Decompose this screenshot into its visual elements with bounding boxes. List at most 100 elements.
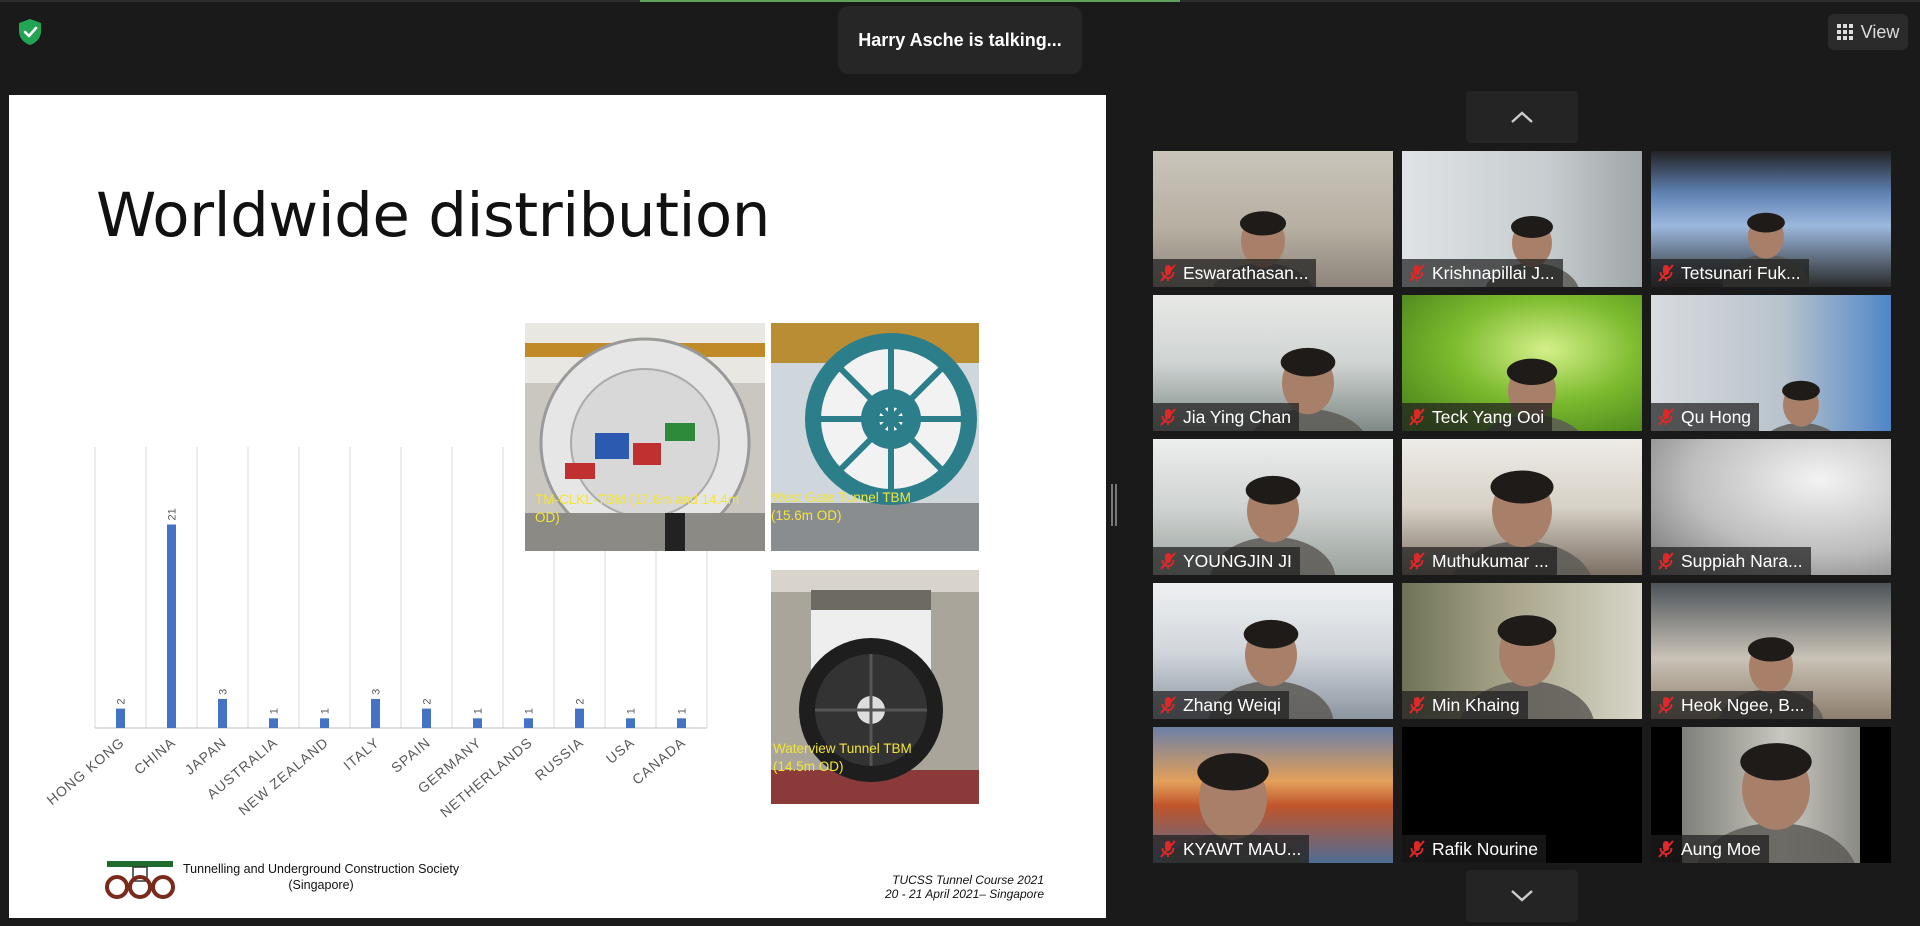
- participant-name: Rafik Nourine: [1432, 838, 1539, 859]
- footer-course: TUCSS Tunnel Course 2021 20 - 21 April 2…: [844, 873, 1044, 902]
- participant-nameplate: Aung Moe: [1651, 835, 1769, 863]
- mic-muted-icon: [1160, 696, 1176, 714]
- participant-tile[interactable]: Teck Yang Ooi: [1402, 295, 1642, 431]
- mic-muted-icon: [1160, 552, 1176, 570]
- participant-tile[interactable]: Suppiah Nara...: [1651, 439, 1891, 575]
- chart-bar: [473, 718, 482, 728]
- active-speaker-text: Harry Asche is talking...: [858, 29, 1062, 50]
- photo-west-gate-tbm: West Gate Tunnel TBM (15.6m OD): [771, 323, 979, 551]
- caption-line: TM-CLKL-TBM (17.6m and 14.4m: [535, 492, 740, 507]
- participant-name: Teck Yang Ooi: [1432, 406, 1545, 427]
- participant-tile[interactable]: Rafik Nourine: [1402, 727, 1642, 863]
- participant-nameplate: Zhang Weiqi: [1153, 691, 1289, 719]
- chart-data-label: 2: [422, 698, 434, 704]
- chart-data-label: 2: [116, 698, 128, 704]
- participant-nameplate: Jia Ying Chan: [1153, 403, 1299, 431]
- mic-muted-icon: [1160, 264, 1176, 282]
- participant-name: KYAWT MAU...: [1183, 838, 1302, 859]
- chart-bar: [626, 718, 635, 728]
- chart-data-label: 1: [524, 708, 536, 714]
- mic-muted-icon: [1160, 840, 1176, 858]
- active-speaker-indicator: Harry Asche is talking...: [838, 6, 1082, 74]
- caption-line: (14.5m OD): [773, 758, 844, 774]
- chart-bar: [167, 524, 176, 728]
- chart-data-label: 1: [269, 708, 281, 714]
- chart-bar: [422, 708, 431, 728]
- participant-name: YOUNGJIN JI: [1183, 550, 1292, 571]
- participant-nameplate: Krishnapillai J...: [1402, 259, 1563, 287]
- mic-muted-icon: [1409, 264, 1425, 282]
- view-button[interactable]: View: [1828, 14, 1908, 50]
- tucss-logo: [103, 859, 177, 899]
- participant-nameplate: Teck Yang Ooi: [1402, 403, 1553, 431]
- caption-line: West Gate Tunnel TBM: [771, 490, 911, 505]
- chart-tick-label: ITALY: [340, 734, 382, 773]
- participant-tile[interactable]: Aung Moe: [1651, 727, 1891, 863]
- participant-name: Jia Ying Chan: [1183, 406, 1291, 427]
- participant-tile[interactable]: Heok Ngee, B...: [1651, 583, 1891, 719]
- participant-tile[interactable]: Krishnapillai J...: [1402, 151, 1642, 287]
- participant-tile[interactable]: Min Khaing: [1402, 583, 1642, 719]
- mic-muted-icon: [1658, 840, 1674, 858]
- chart-tick-label: NETHERLANDS: [437, 734, 536, 820]
- chart-bar: [269, 718, 278, 728]
- chart-bar: [524, 718, 533, 728]
- participant-name: Muthukumar ...: [1432, 550, 1549, 571]
- chart-data-label: 1: [677, 708, 689, 714]
- participant-name: Tetsunari Fuk...: [1681, 262, 1801, 283]
- participant-nameplate: Heok Ngee, B...: [1651, 691, 1813, 719]
- participant-tile[interactable]: YOUNGJIN JI: [1153, 439, 1393, 575]
- panel-resize-handle[interactable]: [1111, 484, 1117, 526]
- participant-name: Suppiah Nara...: [1681, 550, 1803, 571]
- chart-data-label: 2: [575, 698, 587, 704]
- participant-tile[interactable]: Qu Hong: [1651, 295, 1891, 431]
- top-status-line: [0, 0, 1920, 2]
- participant-nameplate: Rafik Nourine: [1402, 835, 1547, 863]
- participant-nameplate: Qu Hong: [1651, 403, 1760, 431]
- scroll-down-button[interactable]: [1466, 870, 1578, 922]
- mic-muted-icon: [1658, 552, 1674, 570]
- participant-nameplate: KYAWT MAU...: [1153, 835, 1310, 863]
- scroll-up-button[interactable]: [1466, 91, 1578, 143]
- participant-nameplate: Muthukumar ...: [1402, 547, 1557, 575]
- chart-tick-label: NEW ZEALAND: [235, 734, 331, 818]
- participant-name: Krishnapillai J...: [1432, 262, 1555, 283]
- org-line: Tunnelling and Underground Construction …: [183, 862, 460, 876]
- photo-caption: Waterview Tunnel TBM (14.5m OD): [773, 740, 912, 775]
- participant-tile[interactable]: KYAWT MAU...: [1153, 727, 1393, 863]
- chart-tick-label: HONG KONG: [44, 734, 128, 808]
- mic-muted-icon: [1409, 552, 1425, 570]
- participant-name: Heok Ngee, B...: [1681, 694, 1805, 715]
- chart-tick-label: USA: [603, 734, 638, 767]
- chart-tick-label: CHINA: [131, 734, 178, 777]
- shield-check-icon[interactable]: [14, 16, 46, 48]
- chart-bar: [218, 698, 227, 728]
- photo-caption: West Gate Tunnel TBM (15.6m OD): [771, 489, 911, 524]
- mic-muted-icon: [1658, 696, 1674, 714]
- photo-caption: TM-CLKL-TBM (17.6m and 14.4m OD): [535, 491, 739, 526]
- participant-tile[interactable]: Muthukumar ...: [1402, 439, 1642, 575]
- participant-tile[interactable]: Tetsunari Fuk...: [1651, 151, 1891, 287]
- shared-screen-slide[interactable]: Worldwide distribution 2 HONG KONG 21 CHINA…: [9, 95, 1106, 918]
- chart-tick-label: SPAIN: [388, 734, 434, 776]
- chart-tick-label: JAPAN: [182, 734, 230, 778]
- participant-nameplate: Suppiah Nara...: [1651, 547, 1811, 575]
- org-line: (Singapore): [288, 877, 354, 892]
- participant-name: Min Khaing: [1432, 694, 1520, 715]
- chart-data-label: 1: [473, 708, 485, 714]
- mic-muted-icon: [1409, 696, 1425, 714]
- grid-icon: [1836, 24, 1853, 40]
- chart-tick-label: CANADA: [629, 734, 689, 788]
- participant-tile[interactable]: Eswarathasan...: [1153, 151, 1393, 287]
- course-line: 20 - 21 April 2021– Singapore: [885, 887, 1044, 902]
- caption-line: (15.6m OD): [771, 507, 842, 523]
- mic-muted-icon: [1409, 840, 1425, 858]
- participant-tile[interactable]: Jia Ying Chan: [1153, 295, 1393, 431]
- participant-name: Zhang Weiqi: [1183, 694, 1281, 715]
- participant-name: Aung Moe: [1681, 838, 1761, 859]
- participant-tile[interactable]: Zhang Weiqi: [1153, 583, 1393, 719]
- participant-name: Qu Hong: [1681, 406, 1752, 427]
- mic-muted-icon: [1658, 408, 1674, 426]
- chart-data-label: 21: [167, 508, 179, 520]
- participant-nameplate: Eswarathasan...: [1153, 259, 1317, 287]
